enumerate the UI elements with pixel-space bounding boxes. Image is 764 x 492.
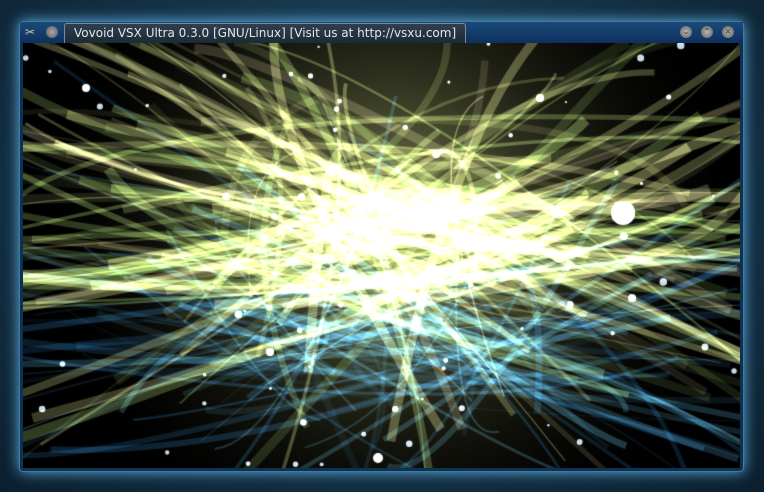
maximize-button[interactable]: ⌃ (701, 26, 713, 38)
vsxu-logo-icon[interactable]: ✂ (25, 25, 39, 39)
window-menu-button[interactable] (46, 26, 58, 38)
visualization-canvas-area[interactable] (23, 43, 740, 468)
close-button[interactable]: × (722, 26, 734, 38)
window-title-tab[interactable]: Vovoid VSX Ultra 0.3.0 [GNU/Linux] [Visi… (64, 23, 467, 43)
title-bar[interactable]: ✂ Vovoid VSX Ultra 0.3.0 [GNU/Linux] [Vi… (20, 22, 743, 43)
application-window: ✂ Vovoid VSX Ultra 0.3.0 [GNU/Linux] [Vi… (19, 21, 744, 472)
minimize-button[interactable]: ⌄ (680, 26, 692, 38)
visualization-canvas[interactable] (23, 43, 740, 468)
